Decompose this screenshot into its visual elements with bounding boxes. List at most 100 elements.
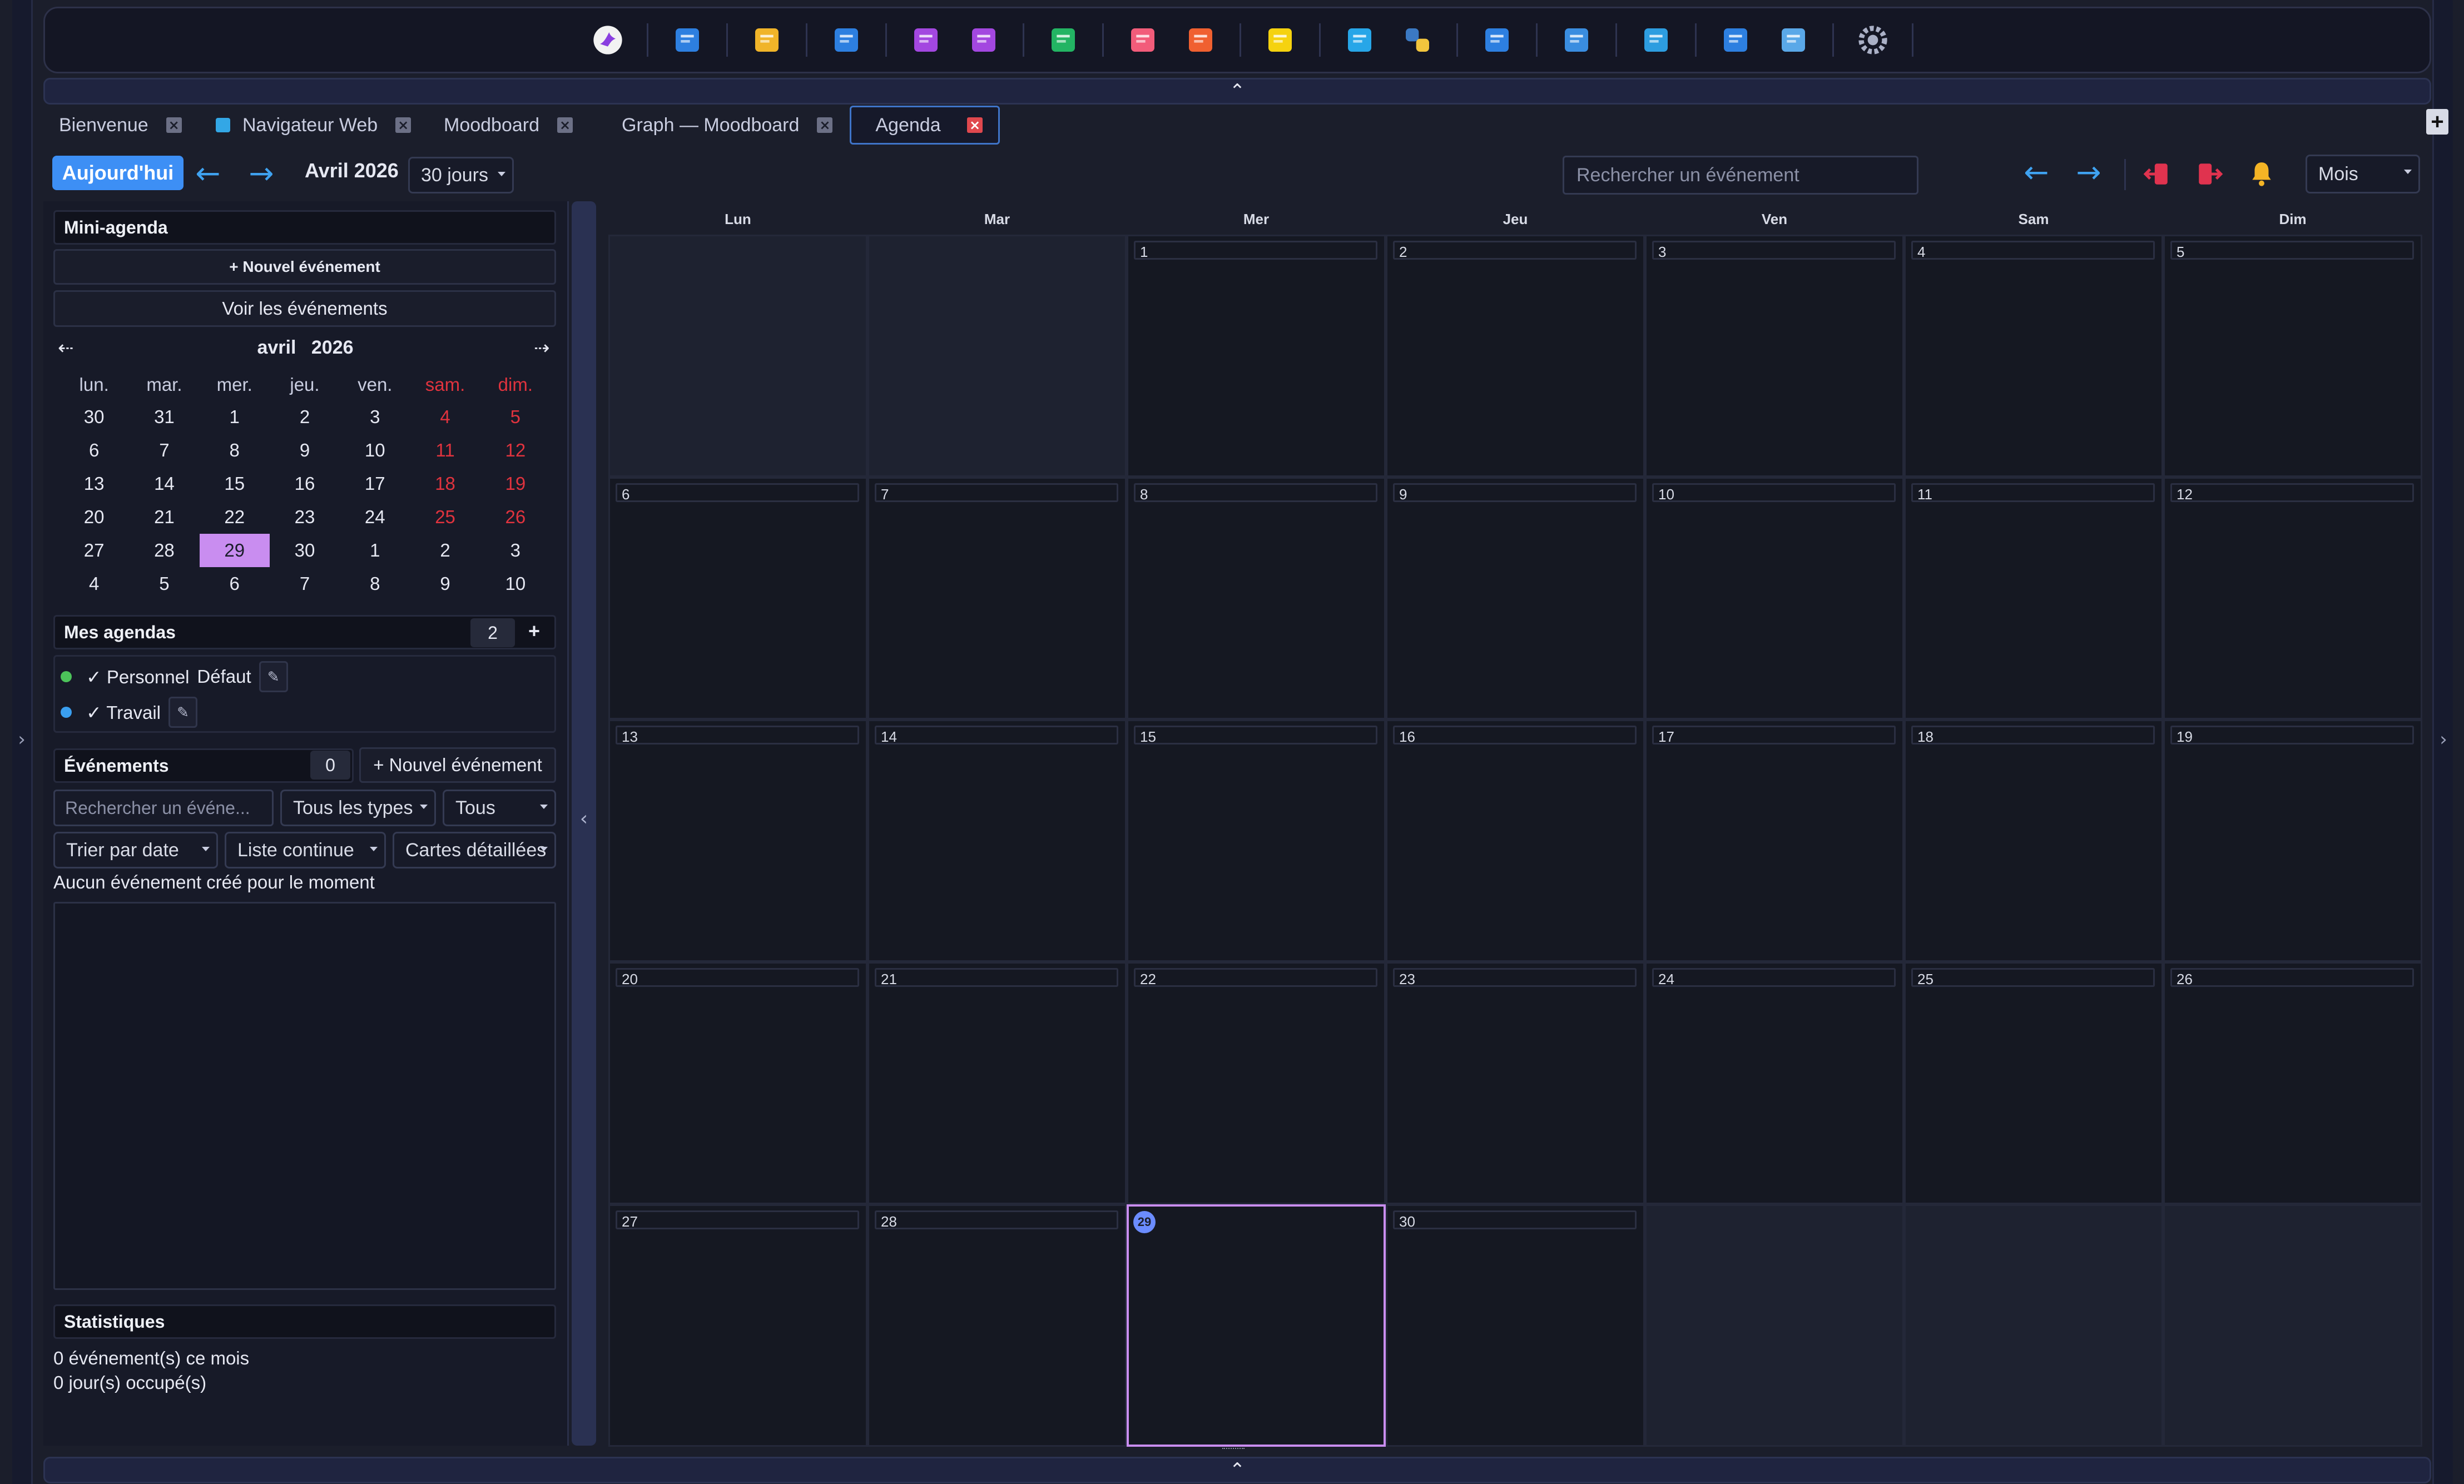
mini-day-cell[interactable]: 6 (59, 434, 129, 467)
tab-bienvenue[interactable]: Bienvenue × (43, 106, 200, 145)
event-scope-filter[interactable]: Tous (443, 790, 556, 826)
new-event-button[interactable]: + Nouvel événement (359, 747, 556, 783)
mini-day-cell[interactable]: 18 (410, 467, 480, 500)
mini-day-cell[interactable]: 2 (410, 534, 480, 567)
close-tab-icon[interactable]: × (395, 117, 412, 133)
mini-day-cell[interactable]: 23 (270, 500, 340, 534)
mini-day-cell[interactable]: 8 (200, 434, 270, 467)
next-month-button[interactable]: → (244, 157, 279, 190)
mini-day-cell[interactable]: 30 (270, 534, 340, 567)
mini-day-cell[interactable]: 3 (480, 534, 551, 567)
edit-calendar-button[interactable]: ✎ (259, 661, 288, 692)
sidebar-splitter[interactable]: ‹ (572, 201, 596, 1446)
pdf-icon[interactable] (1124, 21, 1162, 59)
tab-agenda[interactable]: Agenda × (850, 106, 1000, 145)
prev-month-button[interactable]: ← (190, 157, 226, 190)
mini-day-cell[interactable]: 20 (59, 500, 129, 534)
event-list-area[interactable] (53, 902, 556, 1290)
mini-day-cell[interactable]: 10 (340, 434, 410, 467)
day-cell[interactable]: 21 (867, 962, 1127, 1204)
mini-day-cell[interactable]: 27 (59, 534, 129, 567)
close-tab-icon[interactable]: × (557, 117, 573, 133)
image-gallery-icon[interactable] (748, 21, 786, 59)
day-cell[interactable]: 11 (1904, 477, 2163, 719)
mini-day-cell[interactable]: 26 (480, 500, 551, 534)
waveform-icon[interactable] (1478, 21, 1516, 59)
mini-new-event-button[interactable]: + Nouvel événement (53, 249, 556, 285)
close-tab-icon[interactable]: × (166, 117, 182, 133)
mini-day-cell[interactable]: 31 (129, 400, 199, 434)
calendar-icon[interactable] (827, 21, 865, 59)
spreadsheet-icon[interactable] (1044, 21, 1082, 59)
add-calendar-button[interactable]: + (528, 619, 540, 643)
film-icon[interactable] (1717, 21, 1754, 59)
mini-day-cell[interactable]: 25 (410, 500, 480, 534)
day-cell[interactable] (1645, 1204, 1904, 1447)
mini-day-cell[interactable]: 1 (340, 534, 410, 567)
tab-moodboard[interactable]: Moodboard × (428, 106, 606, 145)
app-logo-icon[interactable] (589, 21, 627, 59)
mini-day-cell[interactable]: 12 (480, 434, 551, 467)
music-folder-icon[interactable] (1637, 21, 1675, 59)
day-cell[interactable] (1904, 1204, 2163, 1447)
day-cell[interactable]: 14 (867, 719, 1127, 962)
close-tab-icon[interactable]: × (817, 117, 833, 133)
folder-icon[interactable] (1774, 21, 1812, 59)
mini-day-cell[interactable]: 5 (129, 567, 199, 600)
calendar-item-personnel[interactable]: ✓ Personnel Défaut ✎ (55, 660, 288, 693)
mini-day-cell[interactable]: 11 (410, 434, 480, 467)
prev-period-button[interactable]: ← (2019, 156, 2054, 189)
day-cell[interactable]: 16 (1386, 719, 1645, 962)
python-icon[interactable] (1399, 21, 1436, 59)
mini-day-cell[interactable]: 28 (129, 534, 199, 567)
day-cell[interactable]: 12 (2163, 477, 2422, 719)
sticky-note-icon[interactable] (1261, 21, 1299, 59)
event-search-input[interactable]: Rechercher un événement (1563, 156, 1918, 195)
mini-day-cell[interactable]: 29 (199, 534, 270, 567)
collapse-bottom-panel-button[interactable]: ⌃ (43, 1457, 2431, 1483)
event-list-search-input[interactable]: Rechercher un événe... (53, 790, 274, 826)
sort-select[interactable]: Trier par date (53, 832, 218, 868)
day-cell[interactable]: 29 (1127, 1204, 1386, 1447)
photo-icon[interactable] (1558, 21, 1595, 59)
mini-day-cell[interactable]: 6 (200, 567, 270, 600)
day-cell[interactable]: 5 (2163, 235, 2422, 477)
day-cell[interactable]: 2 (1386, 235, 1645, 477)
mini-day-cell[interactable]: 8 (340, 567, 410, 600)
day-cell[interactable]: 24 (1645, 962, 1904, 1204)
epub-icon[interactable] (1182, 21, 1219, 59)
notification-bell-icon[interactable] (2248, 160, 2275, 188)
tab-navigateur-web[interactable]: Navigateur Web × (200, 106, 428, 145)
day-cell[interactable]: 7 (867, 477, 1127, 719)
mini-prev-month-icon[interactable]: ⇠ (58, 337, 74, 359)
mini-day-cell[interactable]: 10 (480, 567, 551, 600)
new-tab-button[interactable]: + (2426, 109, 2448, 135)
code-file-icon[interactable] (1341, 21, 1379, 59)
mini-day-cell[interactable]: 22 (200, 500, 270, 534)
mini-day-cell[interactable]: 3 (340, 400, 410, 434)
day-cell[interactable]: 10 (1645, 477, 1904, 719)
document-purple-icon[interactable] (965, 21, 1003, 59)
day-cell[interactable] (2163, 1204, 2422, 1447)
tab-graph-moodboard[interactable]: Graph — Moodboard × (606, 106, 850, 145)
mini-day-cell[interactable]: 16 (270, 467, 340, 500)
view-events-button[interactable]: Voir les événements (53, 290, 556, 327)
day-cell[interactable]: 30 (1386, 1204, 1645, 1447)
mini-day-cell[interactable]: 19 (480, 467, 551, 500)
day-cell[interactable]: 19 (2163, 719, 2422, 962)
mini-day-cell[interactable]: 14 (129, 467, 199, 500)
day-cell[interactable]: 27 (608, 1204, 867, 1447)
mini-day-cell[interactable]: 2 (270, 400, 340, 434)
calendar-item-travail[interactable]: ✓ Travail ✎ (55, 696, 198, 729)
day-cell[interactable]: 26 (2163, 962, 2422, 1204)
day-cell[interactable]: 18 (1904, 719, 2163, 962)
resize-handle[interactable] (1222, 1448, 1245, 1452)
mini-day-cell[interactable]: 21 (129, 500, 199, 534)
mini-day-cell[interactable]: 4 (59, 567, 129, 600)
view-mode-select[interactable]: Mois (2306, 155, 2420, 193)
event-type-filter[interactable]: Tous les types (280, 790, 436, 826)
day-cell[interactable]: 23 (1386, 962, 1645, 1204)
video-file-icon[interactable] (907, 21, 945, 59)
day-cell[interactable] (608, 235, 867, 477)
day-cell[interactable]: 8 (1127, 477, 1386, 719)
